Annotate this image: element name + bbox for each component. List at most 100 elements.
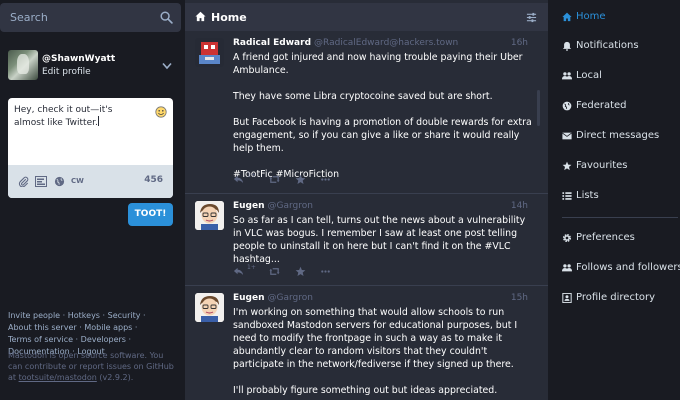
status[interactable]: Eugen @Gargron 14h So as far as I can tel… [185,195,548,286]
status[interactable]: Radical Edward @RadicalEdward@hackers.tow… [185,32,548,194]
ellipsis-icon [321,178,330,181]
star-icon [562,161,572,171]
footer-link-mobile-apps[interactable]: Mobile apps [84,323,132,332]
account-handle[interactable]: @Gargron [268,293,313,303]
avatar[interactable] [195,201,224,230]
home-icon [562,12,572,22]
footer-note: Mastodon is open source software. You ca… [8,350,178,383]
gear-icon [563,234,571,242]
edit-profile-link[interactable]: Edit profile [42,67,91,77]
status-timestamp[interactable]: 14h [511,201,528,211]
avatar[interactable] [195,38,224,67]
more-button[interactable] [320,262,331,274]
status-content: So as far as I can tell, turns out the n… [233,214,533,266]
footer-link-invite[interactable]: Invite people [8,311,60,320]
chevron-down-icon[interactable] [162,62,172,70]
sliders-icon[interactable] [526,12,537,23]
account-handle[interactable]: @ShawnWyatt [42,54,115,64]
reply-count: 1+ [247,264,256,271]
navigation-panel: Home Notifications Local Federated Direc… [552,0,680,400]
status-timestamp[interactable]: 15h [511,293,528,303]
nav-item-profile-directory[interactable]: Profile directory [562,292,680,306]
nav-item-lists[interactable]: Lists [562,190,680,204]
status-paragraph: So as far as I can tell, turns out the n… [233,215,526,265]
search-icon[interactable] [160,11,173,24]
column-header[interactable]: Home [185,3,548,31]
status[interactable]: Eugen @Gargron 15h I'm working on somethi… [185,287,548,400]
footer-link-developers[interactable]: Developers [81,335,126,344]
boost-icon [269,176,280,183]
ellipsis-icon [321,270,330,273]
compose-textarea[interactable]: Hey, check it out—it's almost like Twitt… [14,104,144,129]
navigation-bar: @ShawnWyatt Edit profile [8,50,178,82]
status-paragraph: I'll probably figure something out but i… [233,385,498,396]
nav-item-favourites[interactable]: Favourites [562,160,680,174]
column-scrollbar[interactable] [537,90,540,126]
status-actions: 1+ [233,262,353,276]
eugen-avatar-art [195,293,224,322]
nav-item-federated[interactable]: Federated [562,100,680,114]
reply-count: 1+ [247,172,256,179]
globe-icon[interactable] [54,176,65,187]
emoji-icon[interactable] [155,106,167,118]
character-counter: 456 [144,175,163,185]
status-header: Eugen @Gargron [233,293,313,303]
reply-button[interactable]: 1+ [233,262,256,276]
github-repo-link[interactable]: tootsuite/mastodon [19,373,97,382]
favourite-button[interactable] [295,262,306,276]
status-header: Radical Edward @RadicalEdward@hackers.tow… [233,38,458,48]
footer-link-terms[interactable]: Terms of service [8,335,73,344]
bell-icon [562,41,572,51]
footer-link-about[interactable]: About this server [8,323,77,332]
status-content: A friend got injured and now having trou… [233,51,533,181]
home-column: Home Radical Edward @RadicalEdward@hacker… [185,0,548,400]
avatar[interactable] [8,50,38,80]
status-timestamp[interactable]: 16h [511,38,528,48]
globe-icon [562,101,572,111]
status-paragraph: A friend got injured and now having trou… [233,52,523,76]
footer-link-hotkeys[interactable]: Hotkeys [68,311,100,320]
version-label: (v2.9.2). [99,373,134,382]
nav-item-follows-and-followers[interactable]: Follows and followers [562,262,680,276]
avatar[interactable] [195,293,224,322]
star-icon [295,266,306,276]
reply-button[interactable]: 1+ [233,170,256,184]
search-box [0,3,181,32]
content-warning-toggle[interactable]: CW [71,177,84,185]
list-icon [562,192,572,200]
address-book-icon [562,293,572,303]
boost-button[interactable] [269,170,280,183]
paperclip-icon[interactable] [18,176,29,187]
search-input[interactable] [0,3,150,32]
nav-label: Direct messages [576,130,660,141]
nav-label: Preferences [576,232,635,243]
display-name[interactable]: Eugen [233,201,265,211]
poll-icon[interactable] [35,176,47,187]
nav-item-preferences[interactable]: Preferences [562,232,680,246]
boost-icon [269,268,280,275]
display-name[interactable]: Radical Edward [233,38,311,48]
nav-label: Lists [576,190,599,201]
nav-item-local[interactable]: Local [562,70,680,84]
favourite-button[interactable] [295,170,306,184]
nav-label: Home [576,11,606,22]
status-actions: 1+ [233,170,353,184]
users-icon [562,264,572,272]
compose-form: Hey, check it out—it's almost like Twitt… [8,98,173,198]
account-handle[interactable]: @RadicalEdward@hackers.town [314,38,458,48]
account-handle[interactable]: @Gargron [268,201,313,211]
nav-label: Follows and followers [576,262,680,273]
home-icon [195,11,206,22]
more-button[interactable] [320,170,331,182]
nav-item-direct-messages[interactable]: Direct messages [562,130,680,144]
envelope-icon [562,132,572,140]
status-header: Eugen @Gargron [233,201,313,211]
boost-button[interactable] [269,262,280,275]
nav-item-notifications[interactable]: Notifications [562,40,680,54]
nav-divider [562,217,678,218]
display-name[interactable]: Eugen [233,293,265,303]
star-icon [295,174,306,184]
nav-item-home[interactable]: Home [562,11,680,25]
footer-link-security[interactable]: Security [108,311,141,320]
toot-button[interactable]: TOOT! [128,203,173,226]
